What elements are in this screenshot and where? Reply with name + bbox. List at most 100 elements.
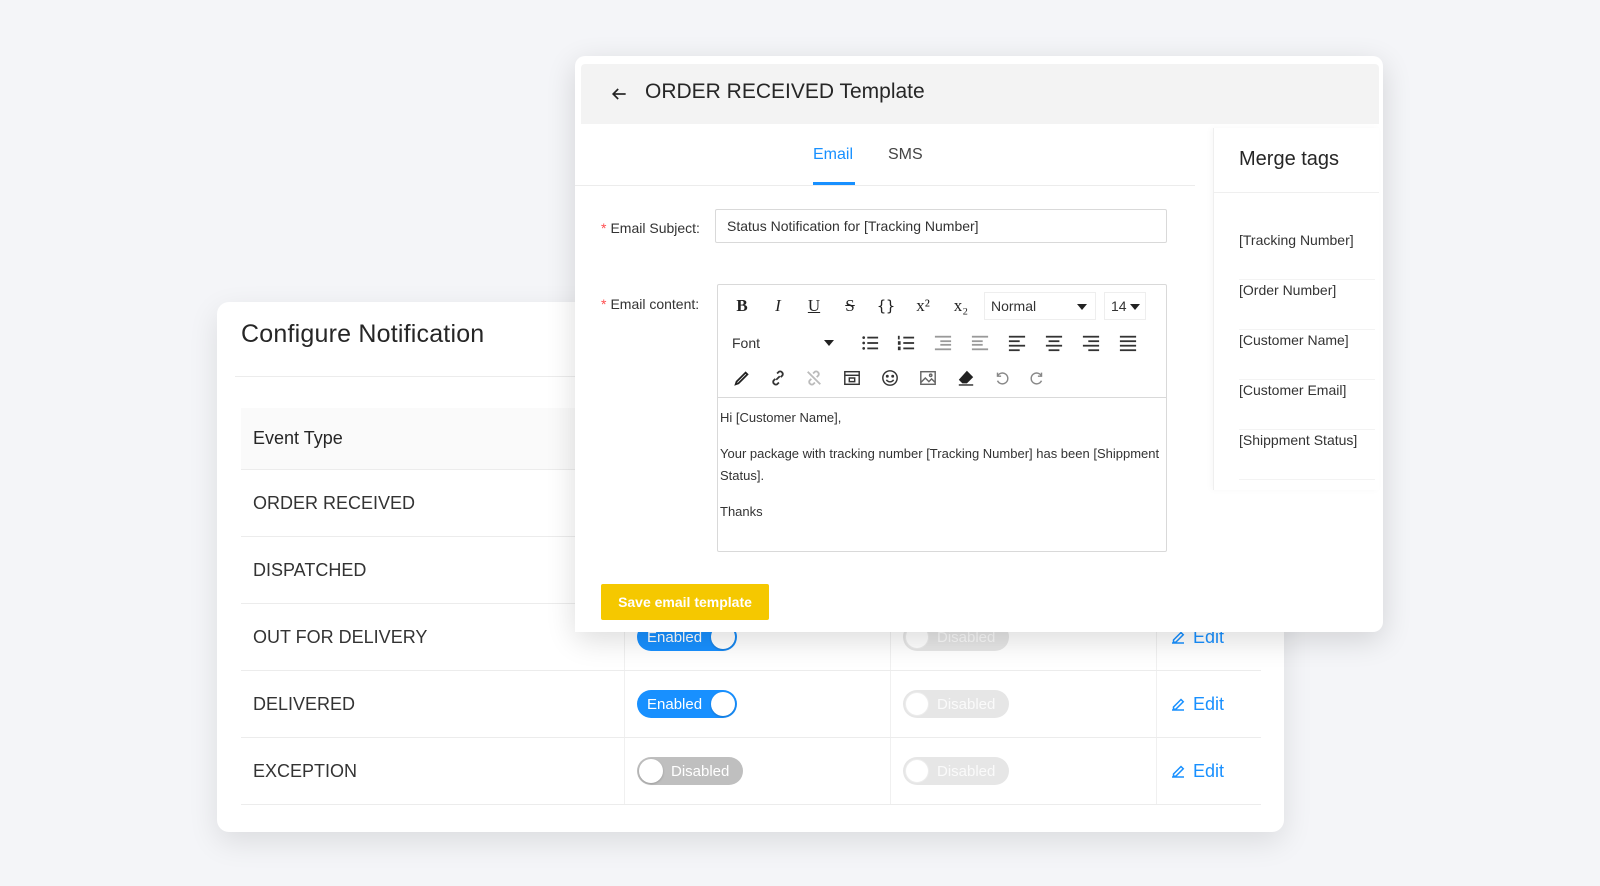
active-tab-indicator	[813, 182, 855, 185]
column-header-event-type: Event Type	[253, 428, 343, 448]
toggle-label: Disabled	[937, 762, 996, 780]
editor-toolbar: B I U S {} x² x₂ Normal 14 Font	[718, 285, 1166, 398]
email-subject-input[interactable]	[715, 209, 1167, 243]
required-marker: *	[601, 296, 607, 312]
text-color-button[interactable]	[728, 365, 756, 391]
toggle-knob	[639, 759, 663, 783]
sms-toggle[interactable]: Disabled	[903, 690, 1009, 718]
align-right-button[interactable]	[1077, 330, 1105, 356]
template-form: Email SMS *Email Subject: *Email content…	[575, 126, 1195, 632]
event-type-cell: EXCEPTION	[241, 738, 625, 804]
save-email-template-button[interactable]: Save email template	[601, 584, 769, 620]
toggle-knob	[905, 692, 929, 716]
tab-bar: Email SMS	[575, 126, 1195, 186]
italic-button[interactable]: I	[764, 293, 792, 319]
eraser-icon	[958, 370, 974, 386]
toggle-knob	[905, 759, 929, 783]
rich-text-editor: B I U S {} x² x₂ Normal 14 Font Hi [Cust…	[717, 284, 1167, 552]
numbered-list-button[interactable]	[892, 330, 920, 356]
template-editor-card: ORDER RECEIVED Template Email SMS * Email…	[575, 56, 1383, 632]
clear-format-button[interactable]	[952, 365, 980, 391]
sms-toggle[interactable]: Disabled	[903, 757, 1009, 785]
tab-sms[interactable]: SMS	[888, 146, 923, 164]
edit-link[interactable]: Edit	[1169, 761, 1224, 782]
undo-button[interactable]	[988, 365, 1016, 391]
align-justify-icon	[1119, 335, 1137, 352]
outdent-button[interactable]	[929, 330, 957, 356]
bullet-list-button[interactable]	[856, 330, 884, 356]
outdent-icon	[934, 335, 952, 351]
align-justify-button[interactable]	[1114, 330, 1142, 356]
template-title: ORDER RECEIVED Template	[645, 80, 925, 103]
bullet-list-icon	[862, 336, 879, 350]
font-family-select[interactable]: Font	[726, 329, 842, 357]
emoji-icon	[882, 370, 898, 386]
image-button[interactable]	[914, 365, 942, 391]
toggle-label: Disabled	[671, 762, 730, 780]
toggle-label: Enabled	[647, 695, 703, 713]
align-right-icon	[1082, 335, 1100, 352]
align-center-icon	[1045, 335, 1063, 352]
merge-tag-item[interactable]: [Customer Name]	[1239, 330, 1375, 380]
merge-tag-item[interactable]: [Customer Email]	[1239, 380, 1375, 430]
undo-icon	[996, 372, 1009, 385]
redo-button[interactable]	[1023, 365, 1051, 391]
strikethrough-button[interactable]: S	[836, 293, 864, 319]
font-size-select[interactable]: 14	[1104, 292, 1146, 320]
edit-label: Edit	[1193, 693, 1225, 714]
indent-icon	[971, 335, 989, 351]
email-body-line: Your package with tracking number [Track…	[720, 446, 1160, 483]
email-toggle[interactable]: Disabled	[637, 757, 743, 785]
chevron-down-icon	[1130, 304, 1140, 310]
underline-button[interactable]: U	[800, 293, 828, 319]
heading-select[interactable]: Normal	[984, 292, 1096, 320]
table-icon	[844, 370, 860, 386]
align-left-icon	[1008, 335, 1026, 352]
link-button[interactable]	[764, 365, 792, 391]
email-toggle-cell: Disabled	[625, 738, 891, 804]
template-header: ORDER RECEIVED Template	[581, 64, 1379, 124]
email-content-label: * Email content:	[601, 296, 699, 312]
unlink-button[interactable]	[800, 365, 828, 391]
code-button[interactable]: {}	[872, 293, 900, 319]
table-row: DELIVERED Enabled Disabled Edit	[241, 671, 1261, 738]
merge-tag-list: [Tracking Number] [Order Number] [Custom…	[1239, 230, 1375, 480]
subscript-button[interactable]: x₂	[947, 293, 975, 319]
page-title: Configure Notification	[241, 320, 485, 348]
emoji-button[interactable]	[876, 365, 904, 391]
bold-button[interactable]: B	[728, 293, 756, 319]
event-type-cell: DISPATCHED	[241, 537, 625, 603]
edit-link[interactable]: Edit	[1169, 694, 1224, 715]
email-body-line: Hi [Customer Name],	[720, 410, 842, 425]
chevron-down-icon	[1077, 304, 1087, 310]
email-toggle[interactable]: Enabled	[637, 690, 737, 718]
indent-button[interactable]	[966, 330, 994, 356]
required-marker: *	[601, 220, 607, 236]
redo-icon	[1030, 372, 1043, 385]
tab-email[interactable]: Email	[813, 146, 853, 164]
back-arrow-icon[interactable]	[609, 84, 629, 104]
superscript-button[interactable]: x²	[909, 293, 937, 319]
chevron-down-icon	[824, 340, 834, 346]
font-size-value: 14	[1111, 298, 1127, 314]
table-insert-button[interactable]	[838, 365, 866, 391]
merge-tag-item[interactable]: [Tracking Number]	[1239, 230, 1375, 280]
label-text: Email Subject:	[610, 220, 700, 236]
sms-toggle-cell: Disabled	[891, 671, 1157, 737]
align-center-button[interactable]	[1040, 330, 1068, 356]
heading-select-value: Normal	[991, 298, 1037, 314]
email-subject-label: * Email Subject:	[601, 220, 700, 236]
editor-content-area[interactable]: Hi [Customer Name], Your package with tr…	[720, 407, 1160, 537]
merge-tag-item[interactable]: [Shippment Status]	[1239, 430, 1375, 480]
align-left-button[interactable]	[1003, 330, 1031, 356]
toggle-knob	[711, 692, 735, 716]
divider	[1214, 192, 1379, 193]
event-type-cell: ORDER RECEIVED	[241, 470, 625, 536]
email-toggle-cell: Enabled	[625, 671, 891, 737]
merge-tag-item[interactable]: [Order Number]	[1239, 280, 1375, 330]
image-icon	[920, 370, 936, 386]
action-cell: Edit	[1157, 738, 1261, 804]
sms-toggle-cell: Disabled	[891, 738, 1157, 804]
edit-icon	[1172, 765, 1185, 778]
merge-tags-panel: Merge tags [Tracking Number] [Order Numb…	[1213, 128, 1379, 490]
